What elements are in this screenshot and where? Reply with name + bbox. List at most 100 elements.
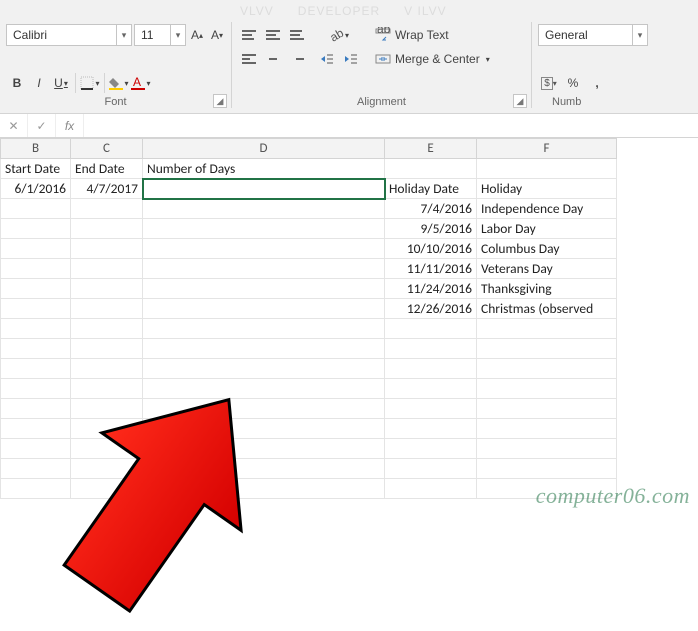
accounting-format-button[interactable]: $▾ (538, 72, 560, 94)
cell[interactable] (1, 419, 71, 439)
cell[interactable] (477, 399, 617, 419)
cell[interactable] (477, 419, 617, 439)
cell[interactable]: 11/11/2016 (385, 259, 477, 279)
confirm-formula-button[interactable]: ✓ (28, 114, 56, 137)
cell[interactable] (1, 459, 71, 479)
chevron-down-icon[interactable]: ▾ (171, 25, 185, 45)
percent-format-button[interactable]: % (562, 72, 584, 94)
cell[interactable] (143, 199, 385, 219)
cell[interactable]: End Date (71, 159, 143, 179)
cell[interactable] (385, 479, 477, 499)
align-bottom-button[interactable] (286, 24, 308, 46)
align-top-button[interactable] (238, 24, 260, 46)
italic-button[interactable]: I (28, 72, 50, 94)
align-center-button[interactable] (262, 48, 284, 70)
cell[interactable] (1, 479, 71, 499)
cell[interactable]: Labor Day (477, 219, 617, 239)
cell[interactable]: 12/26/2016 (385, 299, 477, 319)
chevron-down-icon[interactable]: ▾ (633, 25, 647, 45)
cell[interactable]: Start Date (1, 159, 71, 179)
cell[interactable] (143, 179, 385, 199)
cell[interactable] (1, 399, 71, 419)
cancel-formula-button[interactable]: ✕ (0, 114, 28, 137)
cell[interactable] (385, 459, 477, 479)
dialog-launcher-font[interactable]: ◢ (213, 94, 227, 108)
cell[interactable] (143, 279, 385, 299)
chevron-down-icon[interactable]: ▾ (117, 25, 131, 45)
cell[interactable] (71, 419, 143, 439)
cell[interactable] (143, 379, 385, 399)
cell[interactable] (71, 399, 143, 419)
cell[interactable] (1, 339, 71, 359)
cell[interactable] (385, 319, 477, 339)
increase-font-size-button[interactable]: A▴ (188, 24, 206, 46)
align-middle-button[interactable] (262, 24, 284, 46)
cell[interactable]: 4/7/2017 (71, 179, 143, 199)
cell[interactable] (1, 379, 71, 399)
column-header-B[interactable]: B (1, 139, 71, 159)
cell[interactable]: Independence Day (477, 199, 617, 219)
cell[interactable]: Veterans Day (477, 259, 617, 279)
cell[interactable]: 10/10/2016 (385, 239, 477, 259)
cell[interactable] (71, 219, 143, 239)
cell[interactable] (143, 259, 385, 279)
cell[interactable]: Columbus Day (477, 239, 617, 259)
column-header-D[interactable]: D (143, 139, 385, 159)
cell[interactable]: Number of Days (143, 159, 385, 179)
chevron-down-icon[interactable]: ▾ (95, 79, 99, 88)
cell[interactable] (143, 239, 385, 259)
cell[interactable]: 11/24/2016 (385, 279, 477, 299)
cell[interactable] (385, 379, 477, 399)
cell[interactable] (477, 359, 617, 379)
font-size-combo[interactable]: 11 ▾ (134, 24, 186, 46)
cell[interactable] (477, 319, 617, 339)
font-name-combo[interactable]: Calibri ▾ (6, 24, 132, 46)
cell[interactable] (385, 339, 477, 359)
cell[interactable] (143, 419, 385, 439)
cell[interactable] (1, 319, 71, 339)
cell[interactable] (477, 339, 617, 359)
cell[interactable] (1, 239, 71, 259)
cell[interactable] (71, 339, 143, 359)
cell[interactable]: 6/1/2016 (1, 179, 71, 199)
cell[interactable] (71, 299, 143, 319)
font-color-button[interactable]: A ▾ (130, 72, 152, 94)
worksheet[interactable]: BCDEFStart DateEnd DateNumber of Days6/1… (0, 138, 698, 499)
cell[interactable] (71, 479, 143, 499)
cell[interactable] (71, 259, 143, 279)
cell[interactable]: Holiday Date (385, 179, 477, 199)
cell[interactable] (71, 359, 143, 379)
cell[interactable]: Holiday (477, 179, 617, 199)
cell[interactable] (1, 299, 71, 319)
cell[interactable]: 7/4/2016 (385, 199, 477, 219)
increase-indent-button[interactable] (340, 48, 362, 70)
cell[interactable] (143, 339, 385, 359)
align-right-button[interactable] (286, 48, 308, 70)
decrease-indent-button[interactable] (316, 48, 338, 70)
cell[interactable] (477, 379, 617, 399)
merge-center-button[interactable]: Merge & Center ▾ (370, 48, 495, 70)
border-button[interactable]: ▾ (79, 72, 101, 94)
column-header-C[interactable]: C (71, 139, 143, 159)
chevron-down-icon[interactable]: ▾ (486, 55, 490, 64)
orientation-button[interactable]: ab▾ (316, 24, 362, 46)
cell[interactable] (1, 259, 71, 279)
cell[interactable] (1, 359, 71, 379)
column-header-E[interactable]: E (385, 139, 477, 159)
cell[interactable] (143, 399, 385, 419)
cell[interactable] (143, 459, 385, 479)
dialog-launcher-alignment[interactable]: ◢ (513, 94, 527, 108)
number-format-combo[interactable]: General ▾ (538, 24, 648, 46)
cell[interactable] (385, 399, 477, 419)
decrease-font-size-button[interactable]: A▾ (208, 24, 226, 46)
cell[interactable] (71, 459, 143, 479)
cell[interactable] (385, 419, 477, 439)
cell[interactable] (71, 199, 143, 219)
cell[interactable] (143, 319, 385, 339)
cell[interactable] (477, 439, 617, 459)
cell[interactable] (143, 299, 385, 319)
bold-button[interactable]: B (6, 72, 28, 94)
cell[interactable] (143, 359, 385, 379)
cell[interactable] (1, 199, 71, 219)
cell[interactable] (477, 479, 617, 499)
